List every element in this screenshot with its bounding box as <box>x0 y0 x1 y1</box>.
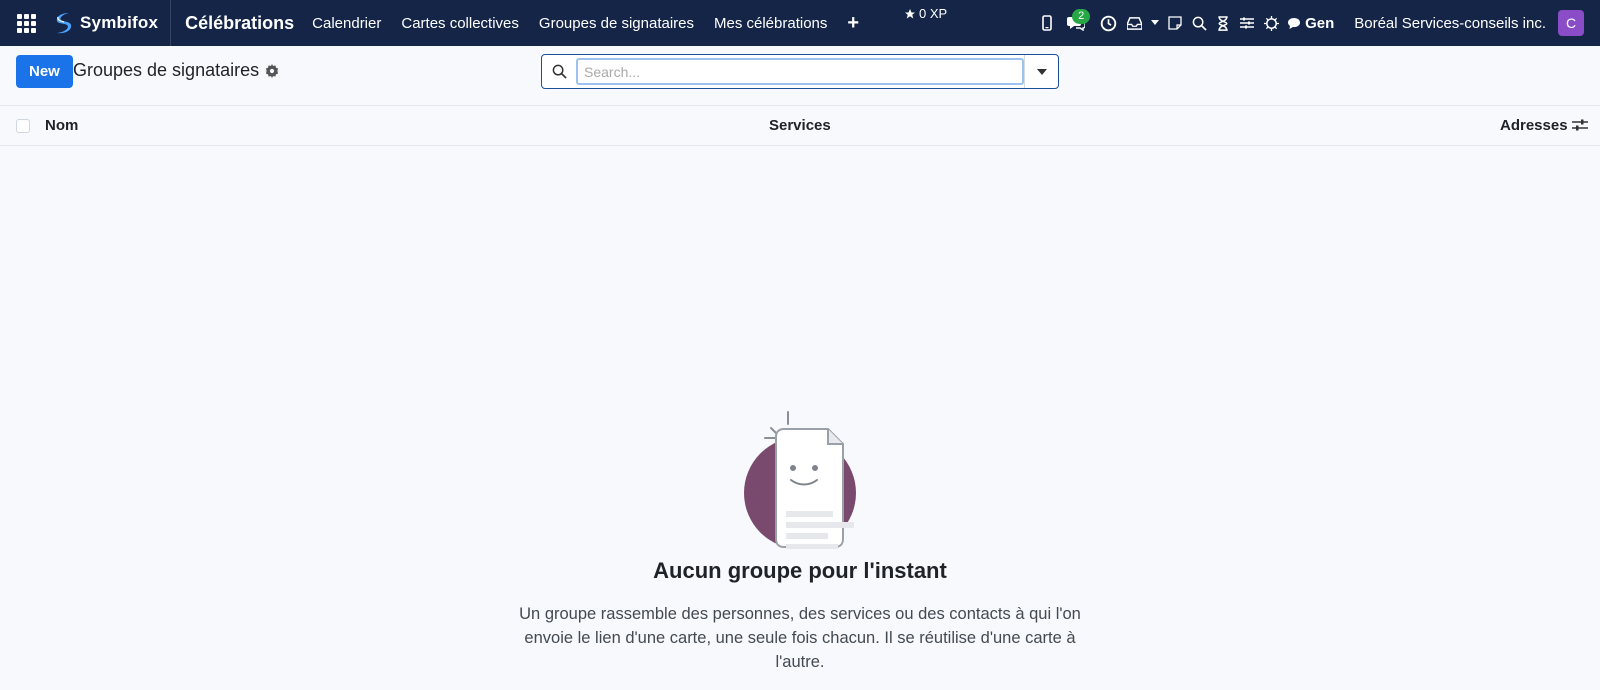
search-icon <box>552 64 567 79</box>
page-title: Groupes de signataires <box>73 60 260 80</box>
inbox-dropdown[interactable] <box>1123 0 1163 46</box>
note-button[interactable] <box>1163 0 1187 46</box>
search-bar-icon[interactable] <box>542 64 576 79</box>
hourglass-icon <box>1218 15 1228 31</box>
clock-icon <box>1100 15 1116 31</box>
xp-indicator[interactable]: 0 XP <box>904 6 947 21</box>
mobile-button[interactable] <box>1035 0 1059 46</box>
brand-name: Symbifox <box>80 13 159 32</box>
gen-button[interactable]: Gen <box>1283 15 1342 32</box>
comment-icon <box>1288 17 1301 29</box>
star-icon <box>905 8 915 18</box>
column-header-services[interactable]: Services <box>769 117 831 134</box>
brand[interactable]: Symbifox <box>52 0 172 46</box>
top-navbar: Symbifox Célébrations Calendrier Cartes … <box>0 0 1600 46</box>
menu-item-calendrier[interactable]: Calendrier <box>302 15 391 32</box>
select-all-checkbox[interactable] <box>16 119 30 133</box>
messages-count-badge: 2 <box>1072 9 1091 24</box>
caret-down-icon <box>1036 68 1047 75</box>
menu-item-mes-celebrations[interactable]: Mes célébrations <box>704 15 837 32</box>
menu-item-groupes-de-signataires[interactable]: Groupes de signataires <box>529 15 704 32</box>
apps-menu-button[interactable] <box>0 0 52 46</box>
debug-button[interactable] <box>1259 0 1283 46</box>
control-panel: New Groupes de signataires <box>0 46 1600 106</box>
activity-button[interactable] <box>1093 0 1123 46</box>
xp-value: 0 XP <box>919 6 948 21</box>
gen-label: Gen <box>1305 14 1335 32</box>
empty-state-description: Un groupe rassemble des personnes, des s… <box>519 605 1081 671</box>
empty-state-title: Aucun groupe pour l'instant <box>653 558 947 583</box>
global-search-button[interactable] <box>1187 0 1211 46</box>
list-header: Nom Services Adresses <box>0 106 1600 146</box>
search-icon <box>1192 16 1207 31</box>
new-button[interactable]: New <box>16 55 73 88</box>
search-bar <box>541 54 1059 89</box>
mobile-icon <box>1042 15 1052 31</box>
empty-state: Aucun groupe pour l'instant Un groupe ra… <box>0 410 1600 674</box>
breadcrumb: Groupes de signataires <box>73 60 280 81</box>
note-icon <box>1168 16 1182 30</box>
messages-button[interactable]: 2 <box>1059 0 1093 46</box>
company-switcher[interactable]: Boréal Services-conseils inc. <box>1342 15 1558 32</box>
avatar[interactable]: C <box>1558 10 1584 36</box>
app-title[interactable]: Célébrations <box>185 13 294 34</box>
sliders-icon <box>1240 17 1255 29</box>
column-header-adresses[interactable]: Adresses <box>1500 117 1568 134</box>
search-options-toggle[interactable] <box>1024 55 1058 88</box>
column-header-nom[interactable]: Nom <box>45 117 78 134</box>
search-input[interactable] <box>576 58 1024 85</box>
chevron-down-icon <box>1151 20 1160 25</box>
apps-grid-icon <box>16 13 36 33</box>
bug-icon <box>1263 15 1279 31</box>
inbox-icon <box>1127 16 1143 30</box>
systray: 2 Gen Boréal Services-conseils inc. C <box>1035 0 1600 46</box>
plus-icon[interactable]: + <box>837 12 869 35</box>
main-menu: Calendrier Cartes collectives Groupes de… <box>302 12 869 35</box>
column-settings-icon[interactable] <box>1572 118 1588 132</box>
timer-button[interactable] <box>1211 0 1235 46</box>
empty-document-illustration <box>744 411 856 549</box>
filters-button[interactable] <box>1235 0 1259 46</box>
symbifox-logo <box>56 13 72 34</box>
gear-icon[interactable] <box>265 63 280 78</box>
menu-item-cartes-collectives[interactable]: Cartes collectives <box>391 15 529 32</box>
